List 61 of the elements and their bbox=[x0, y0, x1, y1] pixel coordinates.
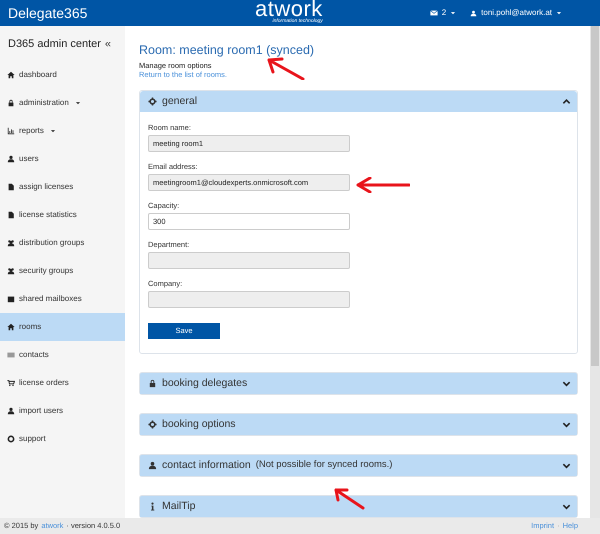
caret-icon bbox=[450, 10, 456, 16]
section-title: booking delegates bbox=[162, 376, 248, 391]
section-title: booking options bbox=[162, 416, 236, 432]
user-icon bbox=[7, 155, 15, 163]
inbox-icon bbox=[7, 295, 15, 303]
user-icon bbox=[148, 461, 157, 470]
sidebar-item[interactable]: import users bbox=[0, 397, 125, 425]
sidebar-item[interactable]: distribution groups bbox=[0, 229, 125, 257]
sidebar-item[interactable]: dashboard bbox=[0, 61, 125, 89]
user-icon bbox=[7, 407, 15, 415]
collapse-button[interactable]: « bbox=[104, 36, 111, 53]
sidebar-item[interactable]: license statistics bbox=[0, 201, 125, 229]
lock-icon bbox=[7, 99, 15, 107]
section-title: MailTip bbox=[162, 498, 196, 514]
message-count: 2 bbox=[442, 7, 446, 19]
chart-icon bbox=[7, 127, 15, 135]
settings-icon bbox=[148, 97, 157, 106]
sidebar-item[interactable]: shared mailboxes bbox=[0, 285, 125, 313]
info-icon bbox=[148, 502, 157, 511]
section-header[interactable]: general bbox=[140, 91, 577, 112]
sidebar-title: D365 admin center bbox=[8, 37, 101, 52]
chevron-up-icon bbox=[562, 97, 571, 106]
sidebar-item[interactable]: users bbox=[0, 145, 125, 173]
mail-icon bbox=[430, 9, 438, 17]
sidebar-item[interactable]: support bbox=[0, 425, 125, 453]
section-title: contact information bbox=[162, 458, 251, 473]
sidebar-item[interactable]: assign licenses bbox=[0, 173, 125, 201]
logo-wordmark: atwork bbox=[255, 0, 323, 18]
users-icon bbox=[7, 239, 15, 247]
lifebuoy-icon bbox=[7, 435, 15, 443]
chevron-down-icon bbox=[562, 379, 571, 388]
page-title: Room: meeting room1 (synced) bbox=[139, 42, 316, 58]
cart-icon bbox=[7, 379, 15, 387]
user-email: toni.pohl@atwork.at bbox=[481, 7, 552, 19]
sidebar-item[interactable]: contacts bbox=[0, 341, 125, 369]
sidebar-item[interactable]: license orders bbox=[0, 369, 125, 397]
user-icon bbox=[470, 10, 478, 16]
scrollbar-thumb[interactable] bbox=[591, 26, 599, 366]
messages-button[interactable]: 2 bbox=[430, 7, 456, 19]
caret-icon bbox=[556, 10, 562, 16]
document-icon bbox=[7, 183, 15, 191]
user-menu[interactable]: toni.pohl@atwork.at bbox=[470, 7, 562, 19]
users-icon bbox=[7, 267, 15, 275]
lock-icon bbox=[148, 379, 157, 388]
card-icon bbox=[7, 351, 15, 359]
sidebar-item[interactable]: reports bbox=[0, 117, 125, 145]
chevron-down-icon bbox=[562, 502, 571, 511]
section-note: (Not possible for synced rooms.) bbox=[256, 458, 392, 472]
home-icon bbox=[7, 323, 15, 331]
annotation-arrow bbox=[355, 177, 410, 193]
sidebar-item[interactable]: administration bbox=[0, 89, 125, 117]
document-icon bbox=[7, 211, 15, 219]
annotation-arrow bbox=[265, 57, 305, 80]
sidebar-item[interactable]: rooms bbox=[0, 313, 125, 341]
chevron-down-icon bbox=[562, 420, 571, 429]
home-icon bbox=[7, 71, 15, 79]
scrollbar[interactable] bbox=[590, 26, 600, 518]
section-title: general bbox=[162, 94, 198, 109]
chevron-down-icon bbox=[562, 461, 571, 470]
sidebar-item[interactable]: security groups bbox=[0, 257, 125, 285]
settings-icon bbox=[148, 420, 157, 429]
